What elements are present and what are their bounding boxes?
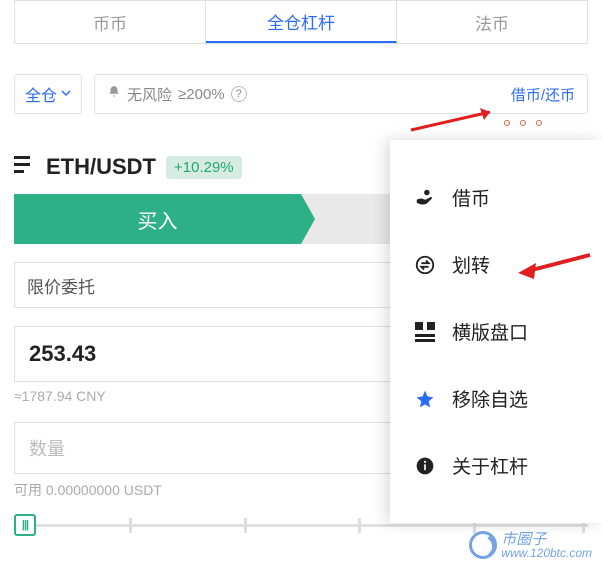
- margin-mode-dropdown[interactable]: 全仓: [14, 74, 82, 114]
- risk-box: 无风险 ≥200% ? 借币/还币: [94, 74, 588, 114]
- menu-dots-button[interactable]: [504, 120, 542, 126]
- tab-margin[interactable]: 全仓杠杆: [206, 1, 397, 43]
- chevron-down-icon: [61, 85, 71, 103]
- transfer-icon: [414, 254, 436, 276]
- slider-tick: [358, 518, 361, 533]
- dot-icon: [536, 120, 542, 126]
- hand-coin-icon: [414, 187, 436, 209]
- slider-tick: [129, 518, 132, 533]
- bell-icon: [107, 85, 121, 103]
- dot-icon: [520, 120, 526, 126]
- info-icon: [414, 455, 436, 477]
- watermark-url: www.120btc.com: [501, 547, 592, 559]
- help-icon[interactable]: ?: [231, 86, 247, 102]
- slider-handle[interactable]: |||: [14, 514, 36, 536]
- risk-row: 全仓 无风险 ≥200% ? 借币/还币: [14, 68, 588, 120]
- watermark-logo-icon: [469, 531, 497, 559]
- watermark: 市圈子 www.120btc.com: [469, 531, 592, 559]
- risk-text: 无风险: [127, 84, 172, 105]
- menu-item-remove-fav[interactable]: 移除自选: [390, 365, 602, 432]
- pair-change-badge: +10.29%: [166, 156, 242, 179]
- watermark-text: 市圈子: [501, 532, 592, 547]
- orderbook-icon: [414, 321, 436, 343]
- menu-item-borrow[interactable]: 借币: [390, 164, 602, 231]
- margin-mode-label: 全仓: [25, 82, 57, 106]
- tab-spot[interactable]: 币币: [15, 1, 206, 43]
- amount-placeholder: 数量: [29, 435, 65, 461]
- top-tabs: 币币 全仓杠杆 法币: [14, 0, 588, 44]
- dot-icon: [504, 120, 510, 126]
- menu-item-transfer[interactable]: 划转: [390, 231, 602, 298]
- tab-fiat[interactable]: 法币: [397, 1, 587, 43]
- menu-item-orderbook[interactable]: 横版盘口: [390, 298, 602, 365]
- star-icon: [414, 388, 436, 410]
- borrow-repay-button[interactable]: 借币/还币: [511, 84, 575, 105]
- menu-item-label: 划转: [452, 251, 490, 278]
- menu-item-label: 横版盘口: [452, 318, 528, 345]
- risk-pct: ≥200%: [178, 86, 225, 103]
- buy-tab[interactable]: 买入: [14, 194, 301, 244]
- menu-item-label: 借币: [452, 184, 490, 211]
- order-type-label: 限价委托: [27, 273, 95, 298]
- menu-item-about[interactable]: 关于杠杆: [390, 432, 602, 499]
- menu-item-label: 移除自选: [452, 385, 528, 412]
- slider-track: [14, 524, 588, 527]
- more-menu: 借币 划转 横版盘口 移除自选 关于杠杆: [390, 140, 602, 523]
- pair-symbol[interactable]: ETH/USDT: [46, 154, 156, 180]
- pair-selector-icon[interactable]: [14, 154, 36, 180]
- menu-item-label: 关于杠杆: [452, 452, 528, 479]
- slider-tick: [244, 518, 247, 533]
